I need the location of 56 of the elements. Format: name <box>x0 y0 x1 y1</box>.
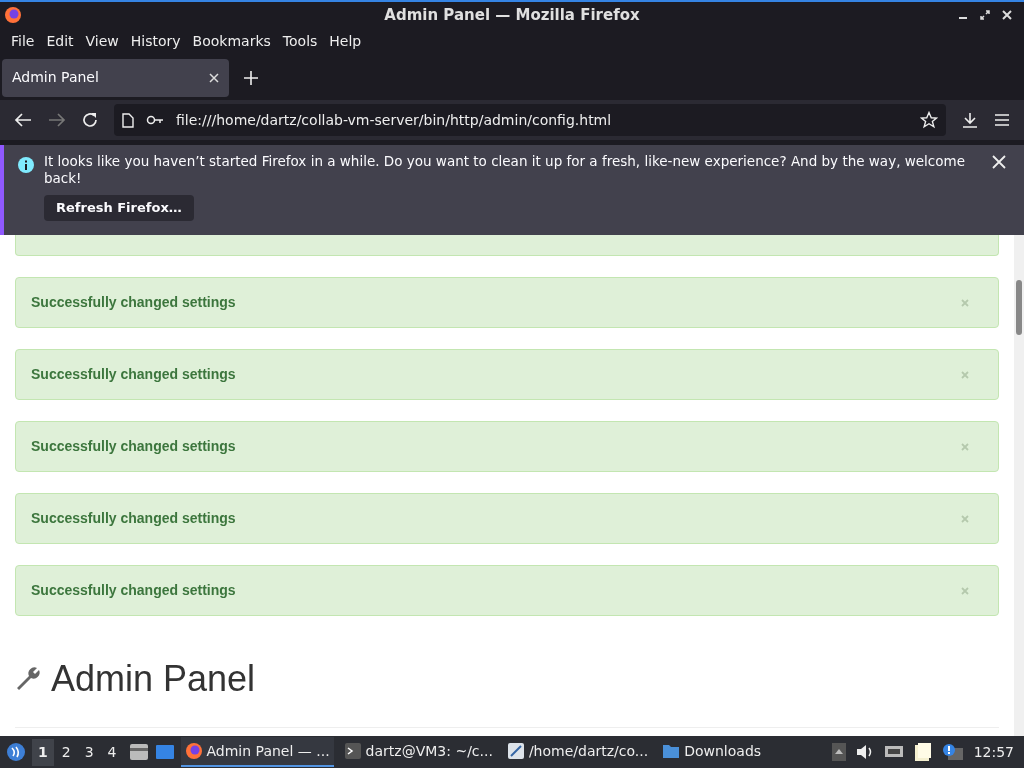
menu-item[interactable]: File <box>6 31 40 52</box>
taskbar-button[interactable]: Admin Panel — ... <box>180 737 334 767</box>
page-icon <box>122 112 134 128</box>
terminal-icon <box>343 742 362 760</box>
url-text: file:///home/dartz/collab-vm-server/bin/http/admin/config.html <box>176 110 612 130</box>
close-icon[interactable] <box>1002 10 1012 20</box>
alert-message: Successfully changed settings <box>31 293 236 312</box>
firefox-icon <box>184 742 203 760</box>
network-icon[interactable] <box>883 744 904 760</box>
reload-icon[interactable] <box>82 112 98 128</box>
key-icon[interactable] <box>146 114 164 126</box>
start-menu-icon[interactable] <box>6 742 26 762</box>
firefox-icon <box>4 6 22 24</box>
address-bar[interactable]: file:///home/dartz/collab-vm-server/bin/http/admin/config.html <box>114 104 946 136</box>
alert-message: Successfully changed settings <box>31 365 236 384</box>
menu-item[interactable]: Help <box>324 31 367 52</box>
volume-icon[interactable] <box>855 744 874 760</box>
back-icon[interactable] <box>14 112 32 128</box>
info-icon <box>18 157 34 173</box>
new-tab-icon[interactable] <box>244 70 258 85</box>
alert-message: Successfully changed settings <box>31 437 236 456</box>
taskbar-button[interactable]: Downloads <box>658 737 766 767</box>
menu-icon[interactable] <box>994 113 1010 127</box>
menu-item[interactable]: View <box>80 31 124 52</box>
update-notifier-icon[interactable] <box>941 743 964 761</box>
taskbar-button[interactable]: /home/dartz/co... <box>502 737 653 767</box>
workspace-button[interactable]: 3 <box>78 738 100 766</box>
menu-item[interactable]: Tools <box>277 31 323 52</box>
browser-tab[interactable]: Admin Panel <box>2 58 229 97</box>
menu-item[interactable]: Edit <box>41 31 79 52</box>
download-icon[interactable] <box>962 112 978 128</box>
workspace-button[interactable]: 1 <box>32 738 54 766</box>
menu-item[interactable]: Bookmarks <box>187 31 276 52</box>
notes-icon[interactable] <box>913 742 932 762</box>
close-tab-icon[interactable] <box>209 72 219 83</box>
scrollbar[interactable] <box>1014 235 1024 736</box>
page-heading: Admin Panel <box>51 657 256 701</box>
workspace-button[interactable]: 4 <box>101 738 123 766</box>
wrench-icon <box>15 666 41 692</box>
restore-icon[interactable] <box>980 10 990 20</box>
taskbar-button[interactable]: dartz@VM3: ~/c... <box>339 737 497 767</box>
folder-icon <box>662 742 681 760</box>
desktop-icon[interactable] <box>154 744 175 760</box>
alert-message: Successfully changed settings <box>31 581 236 600</box>
clock: 12:57 <box>973 742 1015 762</box>
pen-icon <box>506 742 525 760</box>
file-manager-icon[interactable] <box>128 743 149 761</box>
alert-message: Successfully changed settings <box>31 509 236 528</box>
notification-message: It looks like you haven’t started Firefox in a while. Do you want to clean it up for a fresh, like-new experience? And by the way, welcome back! <box>44 153 966 187</box>
bookmark-star-icon[interactable] <box>920 111 938 129</box>
refresh-firefox-button[interactable]: Refresh Firefox… <box>44 195 194 221</box>
forward-icon[interactable] <box>48 112 66 128</box>
close-icon[interactable] <box>992 155 1006 169</box>
menu-item[interactable]: History <box>125 31 186 52</box>
window-title: Admin Panel — Mozilla Firefox <box>384 4 640 26</box>
workspace-button[interactable]: 2 <box>55 738 77 766</box>
